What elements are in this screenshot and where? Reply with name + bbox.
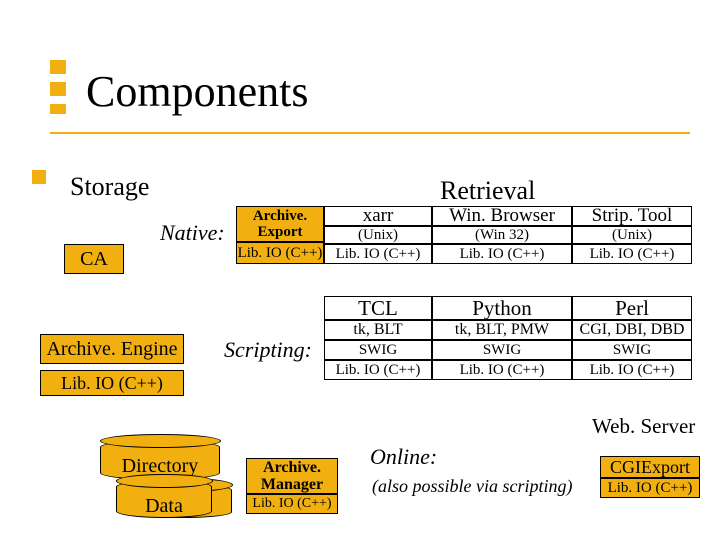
retrieval-lib-2: Lib. IO (C++) [432, 244, 572, 264]
scripting-tk-1: tk, BLT [324, 320, 432, 340]
libio-cgi-box: Lib. IO (C++) [600, 478, 700, 498]
scripting-tk-2: tk, BLT, PMW [432, 320, 572, 340]
retrieval-tool-3: Strip. Tool [572, 206, 692, 226]
retrieval-heading: Retrieval [440, 176, 535, 206]
libio-archive-export-box: Lib. IO (C++) [236, 242, 324, 264]
online-note: (also possible via scripting) [372, 476, 573, 497]
scripting-lib-3: Lib. IO (C++) [572, 360, 692, 380]
storage-heading: Storage [70, 172, 149, 202]
scripting-lang-2: Python [432, 296, 572, 320]
libio-storage-box: Lib. IO (C++) [40, 370, 184, 396]
archive-manager-box: Archive. Manager [246, 458, 338, 494]
scripting-lang-3: Perl [572, 296, 692, 320]
ca-box: CA [64, 244, 124, 274]
retrieval-platform-1: (Unix) [324, 226, 432, 244]
retrieval-platform-3: (Unix) [572, 226, 692, 244]
retrieval-lib-3: Lib. IO (C++) [572, 244, 692, 264]
cgi-export-box: CGIExport [600, 456, 700, 478]
slide-title-row: Components [50, 60, 308, 114]
title-rule [50, 132, 690, 134]
native-label-text: Native: [160, 220, 225, 245]
scripting-swig-2: SWIG [432, 340, 572, 360]
title-accent-icon [50, 60, 66, 114]
scripting-swig-3: SWIG [572, 340, 692, 360]
libio-archive-manager-box: Lib. IO (C++) [246, 494, 338, 514]
retrieval-platform-2: (Win 32) [432, 226, 572, 244]
archive-engine-box: Archive. Engine [40, 334, 184, 364]
scripting-lang-1: TCL [324, 296, 432, 320]
archive-export-box: Archive. Export [236, 206, 324, 242]
scripting-lib-1: Lib. IO (C++) [324, 360, 432, 380]
online-label: Online: [370, 444, 437, 470]
data-cylinder: Data [116, 480, 212, 518]
scripting-lib-2: Lib. IO (C++) [432, 360, 572, 380]
retrieval-tool-1: xarr [324, 206, 432, 226]
native-label: Native: [160, 220, 225, 246]
data-label: Data [117, 495, 211, 518]
scripting-swig-1: SWIG [324, 340, 432, 360]
webserver-label: Web. Server [592, 414, 695, 439]
retrieval-lib-1: Lib. IO (C++) [324, 244, 432, 264]
scripting-label: Scripting: [224, 337, 312, 363]
bullet-icon [32, 170, 46, 184]
retrieval-tool-2: Win. Browser [432, 206, 572, 226]
slide-title: Components [86, 70, 308, 114]
scripting-tk-3: CGI, DBI, DBD [572, 320, 692, 340]
